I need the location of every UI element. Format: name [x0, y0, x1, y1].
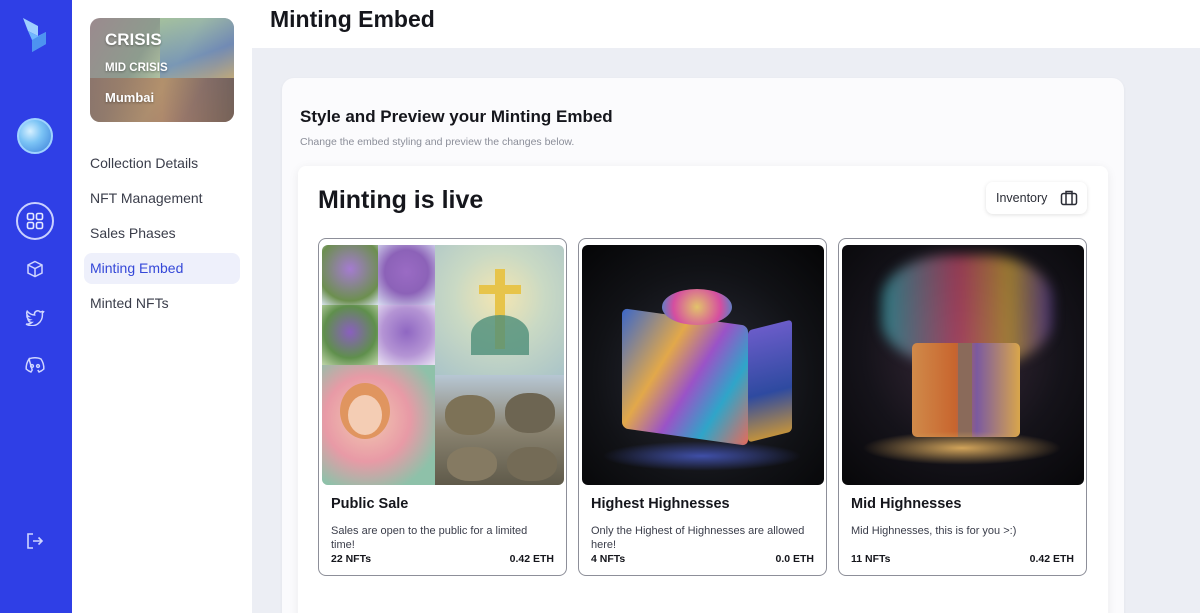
sale-card-highest-highnesses[interactable]: Highest Highnesses Only the Highest of H… — [578, 238, 827, 576]
cross-shape — [479, 285, 521, 294]
leaves-shape — [471, 315, 529, 355]
card-title: Mid Highnesses — [851, 496, 962, 512]
collection-title: CRISIS — [105, 30, 162, 49]
card-description: Mid Highnesses, this is for you >:) — [851, 525, 1017, 537]
ribbon-shape — [958, 343, 972, 437]
briefcase-icon — [1060, 190, 1078, 206]
card-description: Sales are open to the public for a limit… — [331, 525, 528, 551]
art-tile — [322, 365, 435, 485]
cube-icon[interactable] — [16, 250, 54, 288]
dino-shape — [507, 447, 557, 481]
dino-shape — [447, 447, 497, 481]
panel-subtitle: Change the embed styling and preview the… — [300, 136, 575, 148]
sidebar-item-minting-embed[interactable]: Minting Embed — [84, 253, 240, 284]
icon-rail — [0, 0, 72, 613]
dino-shape — [505, 393, 555, 433]
inventory-button[interactable]: Inventory — [986, 182, 1087, 214]
collection-art — [160, 18, 234, 78]
sale-card-mid-highnesses[interactable]: Mid Highnesses Mid Highnesses, this is f… — [838, 238, 1087, 576]
sidebar-item-sales-phases[interactable]: Sales Phases — [84, 218, 240, 249]
card-price: 0.42 ETH — [1029, 553, 1074, 565]
reflection — [602, 441, 802, 471]
page-title: Minting Embed — [270, 6, 435, 32]
logo-icon[interactable] — [20, 16, 50, 54]
embed-title: Minting is live — [318, 186, 484, 214]
minting-embed-preview: Minting is live Inventory Public Sale Sa… — [298, 166, 1108, 613]
collection-location: Mumbai — [105, 90, 155, 105]
card-price: 0.42 ETH — [509, 553, 554, 565]
sidebar-item-minted-nfts[interactable]: Minted NFTs — [84, 288, 240, 319]
card-image — [582, 245, 824, 485]
art-tile — [435, 375, 564, 485]
art-tile — [435, 245, 564, 375]
ribbon-bow — [662, 289, 732, 325]
card-title: Highest Highnesses — [591, 496, 730, 512]
collage-art — [322, 245, 564, 485]
profile-avatar[interactable] — [17, 118, 53, 154]
sale-card-public-sale[interactable]: Public Sale Sales are open to the public… — [318, 238, 567, 576]
art-tile — [322, 245, 378, 305]
sidebar-item-nft-management[interactable]: NFT Management — [84, 183, 240, 214]
inventory-label: Inventory — [996, 191, 1048, 205]
face-shape — [348, 395, 382, 435]
discord-icon[interactable] — [16, 346, 54, 384]
sidebar-menu: Collection Details NFT Management Sales … — [84, 148, 240, 323]
card-nft-count: 22 NFTs — [331, 553, 372, 565]
dashboard-grid-icon[interactable] — [16, 202, 54, 240]
card-image — [322, 245, 564, 485]
twitter-icon[interactable] — [16, 298, 54, 336]
collection-subtitle: MID CRISIS — [105, 62, 168, 74]
card-nft-count: 11 NFTs — [851, 553, 891, 565]
art-tile — [322, 305, 378, 365]
collection-sidebar: CRISIS MID CRISIS Mumbai Collection Deta… — [72, 0, 252, 613]
card-description: Only the Highest of Highnesses are allow… — [591, 525, 805, 551]
collection-card[interactable]: CRISIS MID CRISIS Mumbai — [90, 18, 234, 122]
card-title: Public Sale — [331, 496, 409, 512]
card-image — [842, 245, 1084, 485]
art-tile — [378, 305, 435, 365]
art-tile — [378, 245, 435, 305]
sidebar-item-collection-details[interactable]: Collection Details — [84, 148, 240, 179]
logout-icon[interactable] — [16, 522, 54, 560]
card-price: 0.0 ETH — [775, 553, 814, 565]
gift-box-shape — [622, 308, 748, 446]
panel-title: Style and Preview your Minting Embed — [300, 107, 613, 126]
gift-box-side — [748, 319, 792, 443]
glow-shape — [862, 431, 1062, 465]
embed-settings-panel: Style and Preview your Minting Embed Cha… — [282, 78, 1124, 613]
dino-shape — [445, 395, 495, 435]
page-header: Minting Embed — [252, 0, 1200, 48]
card-nft-count: 4 NFTs — [591, 553, 626, 565]
